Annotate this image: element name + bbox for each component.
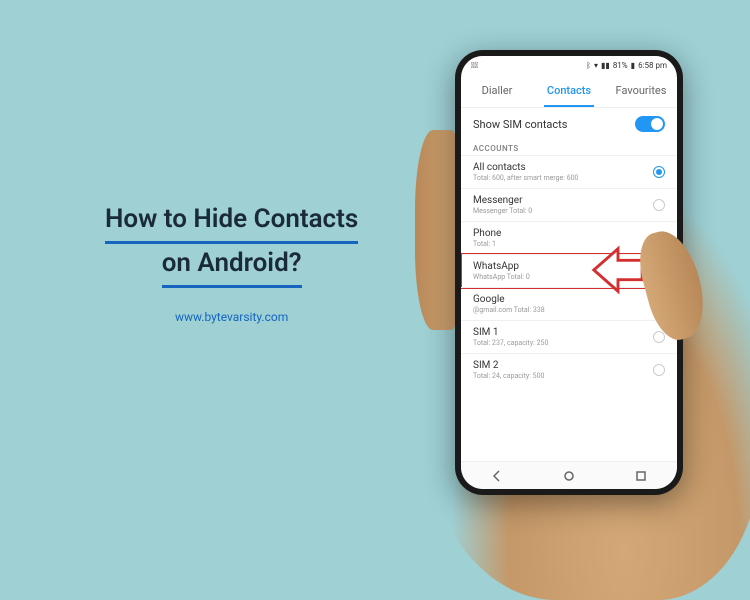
bluetooth-icon: ᛒ (586, 61, 591, 70)
account-name: SIM 2 (473, 360, 653, 371)
status-time: 6:58 pm (638, 61, 667, 70)
status-bar: ◉⃠ ᛒ ▾ ▮▮ 81% ▮ 6:58 pm (461, 56, 677, 74)
nav-home-icon[interactable] (562, 469, 576, 483)
radio[interactable] (653, 199, 665, 211)
account-name: Google (473, 294, 653, 305)
finger-left (415, 130, 460, 330)
nav-recent-icon[interactable] (634, 469, 648, 483)
account-name: SIM 1 (473, 327, 653, 338)
tab-bar: Dialler Contacts Favourites (461, 74, 677, 108)
account-row-sim1[interactable]: SIM 1 Total: 237, capacity: 250 (461, 320, 677, 353)
sim-toggle[interactable] (635, 116, 665, 132)
account-row-sim2[interactable]: SIM 2 Total: 24, capacity: 500 (461, 353, 677, 386)
account-sub: @gmail.com Total: 338 (473, 306, 653, 314)
accounts-header: ACCOUNTS (461, 140, 677, 155)
nav-bar (461, 461, 677, 489)
account-row-messenger[interactable]: Messenger Messenger Total: 0 (461, 188, 677, 221)
account-sub: Total: 24, capacity: 500 (473, 372, 653, 380)
account-sub: WhatsApp Total: 0 (473, 273, 653, 281)
account-sub: Total: 600, after smart merge: 600 (473, 174, 653, 182)
account-sub: Total: 237, capacity: 250 (473, 339, 653, 347)
tab-dialler[interactable]: Dialler (461, 74, 533, 107)
account-sub: Total: 1 (473, 240, 653, 248)
account-name: All contacts (473, 162, 653, 173)
radio[interactable] (653, 331, 665, 343)
account-row-google[interactable]: Google @gmail.com Total: 338 (461, 287, 677, 320)
radio[interactable] (653, 364, 665, 376)
account-name: WhatsApp (473, 261, 653, 272)
account-name: Messenger (473, 195, 653, 206)
account-name: Phone (473, 228, 653, 239)
battery-icon: ▮ (631, 61, 635, 70)
account-sub: Messenger Total: 0 (473, 207, 653, 215)
show-sim-row[interactable]: Show SIM contacts (461, 108, 677, 140)
title-line-2: on Android? (105, 244, 358, 288)
article-title-block: How to Hide Contacts on Android? www.byt… (105, 200, 358, 324)
title-line-1: How to Hide Contacts (105, 200, 358, 244)
tab-favourites[interactable]: Favourites (605, 74, 677, 107)
show-sim-label: Show SIM contacts (473, 118, 567, 131)
hand-holding-phone: ◉⃠ ᛒ ▾ ▮▮ 81% ▮ 6:58 pm Dialler Contacts… (380, 20, 720, 500)
tab-contacts[interactable]: Contacts (533, 74, 605, 107)
account-row-all[interactable]: All contacts Total: 600, after smart mer… (461, 155, 677, 188)
eye-off-icon: ◉⃠ (471, 61, 478, 70)
nav-back-icon[interactable] (490, 469, 504, 483)
signal-icon: ▮▮ (601, 61, 610, 70)
battery-percent: 81% (613, 61, 628, 70)
radio-selected[interactable] (653, 166, 665, 178)
wifi-icon: ▾ (594, 61, 598, 70)
website-url: www.bytevarsity.com (105, 310, 358, 324)
